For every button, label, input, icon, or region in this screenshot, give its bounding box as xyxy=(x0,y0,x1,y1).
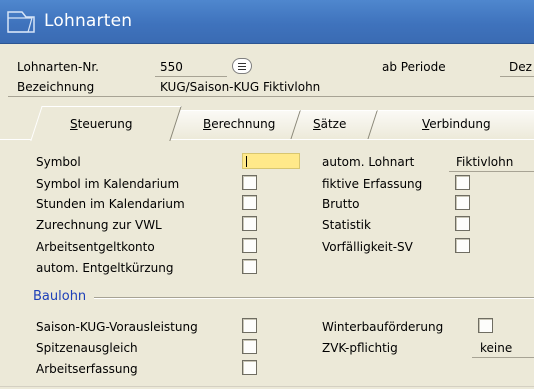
symbol-input[interactable] xyxy=(242,153,300,169)
ab-periode-underline xyxy=(500,76,534,77)
memo-button[interactable] xyxy=(232,58,252,74)
window-icon xyxy=(7,11,35,33)
ab-periode-field[interactable]: Dez xyxy=(509,60,532,74)
checkbox-vorfaelligkeit-sv[interactable] xyxy=(455,238,470,253)
check-label-arbeitserfassung: Arbeitserfassung xyxy=(36,362,138,376)
autom-lohnart-label: autom. Lohnart xyxy=(322,155,415,169)
check-label-arbeitsentgeltkonto: Arbeitsentgeltkonto xyxy=(36,240,155,254)
autom-lohnart-underline xyxy=(449,171,534,172)
check-label-vorfaelligkeit-sv: Vorfälligkeit-SV xyxy=(322,240,413,254)
tab-steuerung-label: Steuerung xyxy=(70,117,133,131)
check-label-stunden-kalendarium: Stunden im Kalendarium xyxy=(36,197,185,211)
checkbox-entgeltkuerzung[interactable] xyxy=(242,259,257,274)
window-titlebar: Lohnarten xyxy=(0,0,534,44)
ab-periode-label: ab Periode xyxy=(382,60,446,74)
checkbox-stunden-kalendarium[interactable] xyxy=(242,195,257,210)
window-title: Lohnarten xyxy=(44,11,133,31)
check-label-zurechnung-vwl: Zurechnung zur VWL xyxy=(36,218,162,232)
bezeichnung-label: Bezeichnung xyxy=(17,80,95,94)
lohnart-nr-underline xyxy=(155,76,227,77)
tab-berechnung-label: Berechnung xyxy=(203,117,276,131)
winterbau-label: Winterbauförderung xyxy=(322,320,444,334)
check-label-entgeltkuerzung: autom. Entgeltkürzung xyxy=(36,261,174,275)
text-caret xyxy=(246,156,247,167)
checkbox-brutto[interactable] xyxy=(455,195,470,210)
zvk-underline xyxy=(472,357,534,358)
tab-verbindung-label: Verbindung xyxy=(422,117,491,131)
baulohn-group-title: Baulohn xyxy=(33,289,87,304)
check-label-brutto: Brutto xyxy=(322,197,360,211)
autom-lohnart-field[interactable]: Fiktivlohn xyxy=(456,155,513,169)
check-label-symbol-kalendarium: Symbol im Kalendarium xyxy=(36,177,180,191)
baulohn-group-line-highlight xyxy=(94,298,534,299)
checkbox-zurechnung-vwl[interactable] xyxy=(242,216,257,231)
lohnart-nr-label: Lohnarten-Nr. xyxy=(17,60,99,74)
check-label-saison-kug: Saison-KUG-Vorausleistung xyxy=(36,320,198,334)
check-label-spitzenausgleich: Spitzenausgleich xyxy=(36,341,138,355)
tab-saetze-label: Sätze xyxy=(313,117,347,131)
checkbox-saison-kug[interactable] xyxy=(242,318,257,333)
checkbox-fiktive-erfassung[interactable] xyxy=(455,175,470,190)
checkbox-winterbau[interactable] xyxy=(478,318,493,333)
checkbox-arbeitsentgeltkonto[interactable] xyxy=(242,238,257,253)
zvk-pflichtig-field[interactable]: keine xyxy=(480,341,512,355)
lohnart-nr-field[interactable]: 550 xyxy=(160,60,183,74)
bottom-edge xyxy=(0,386,534,387)
checkbox-statistik[interactable] xyxy=(455,216,470,231)
check-label-statistik: Statistik xyxy=(322,218,371,232)
checkbox-symbol-kalendarium[interactable] xyxy=(242,175,257,190)
bezeichnung-field[interactable]: KUG/Saison-KUG Fiktivlohn xyxy=(160,80,320,94)
check-label-fiktive-erfassung: fiktive Erfassung xyxy=(322,177,423,191)
header-separator xyxy=(8,96,534,97)
checkbox-spitzenausgleich[interactable] xyxy=(242,339,257,354)
symbol-label: Symbol xyxy=(36,155,81,169)
checkbox-arbeitserfassung[interactable] xyxy=(242,360,257,375)
zvk-pflichtig-label: ZVK-pflichtig xyxy=(322,341,398,355)
